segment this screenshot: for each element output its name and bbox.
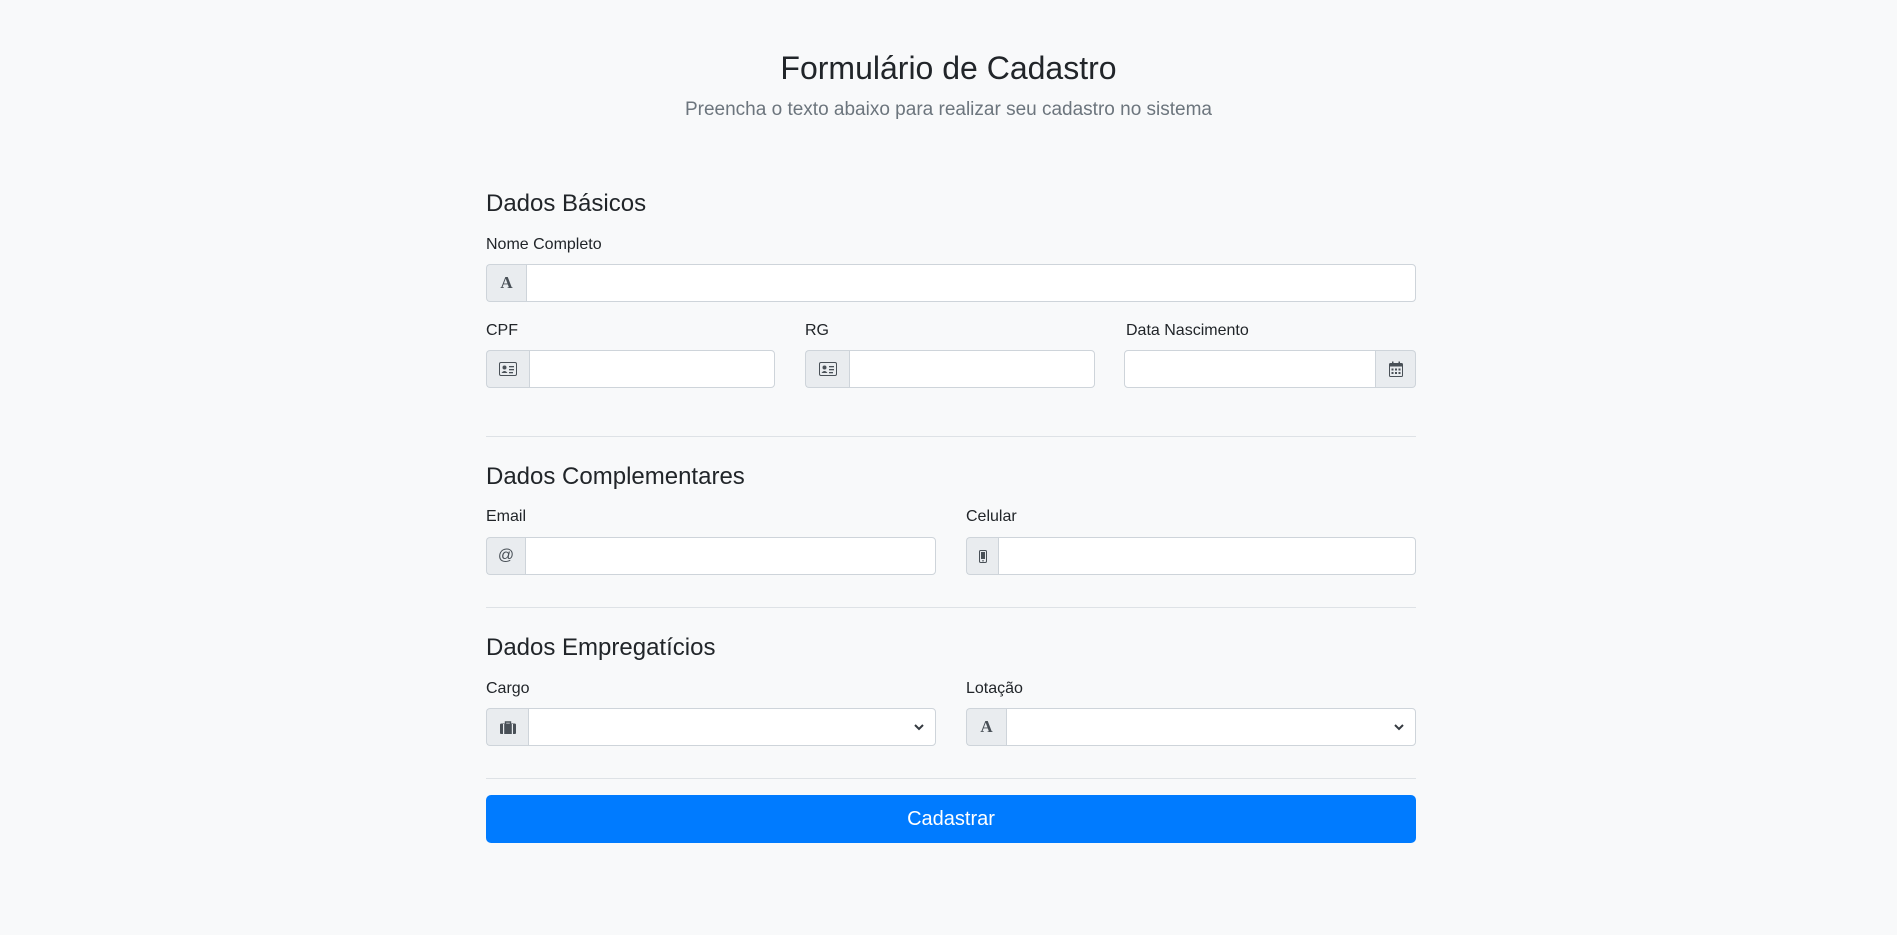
rg-group — [805, 350, 1095, 388]
cargo-select[interactable] — [528, 708, 936, 746]
section-title-employment: Dados Empregatícios — [486, 634, 716, 661]
lotacao-select-wrapper — [1006, 708, 1416, 746]
section-title-complementary: Dados Complementares — [486, 463, 745, 490]
submit-button[interactable]: Cadastrar — [486, 795, 1416, 843]
section-title-basic: Dados Básicos — [486, 190, 647, 217]
rg-label: RG — [805, 322, 829, 339]
calendar-icon[interactable] — [1376, 350, 1416, 388]
email-input[interactable] — [525, 537, 936, 575]
celular-group — [966, 537, 1416, 575]
cargo-group — [486, 708, 936, 746]
nascimento-label: Data Nascimento — [1126, 322, 1249, 339]
nascimento-group — [1124, 350, 1416, 388]
email-group: @ — [486, 537, 936, 575]
id-card-icon — [486, 350, 529, 388]
nome-group: A — [486, 264, 1416, 302]
briefcase-icon — [486, 708, 528, 746]
lotacao-select[interactable] — [1006, 708, 1416, 746]
rg-input[interactable] — [849, 350, 1095, 388]
registration-page: Formulário de Cadastro Preencha o texto … — [0, 0, 1897, 935]
nascimento-input[interactable] — [1124, 350, 1376, 388]
section-divider — [486, 778, 1416, 779]
cpf-group — [486, 350, 775, 388]
section-divider — [486, 436, 1416, 437]
page-header: Formulário de Cadastro Preencha o texto … — [0, 46, 1897, 122]
page-title: Formulário de Cadastro — [780, 50, 1117, 86]
celular-input[interactable] — [998, 537, 1416, 575]
id-card-icon — [805, 350, 849, 388]
font-icon: A — [486, 264, 526, 302]
nome-input[interactable] — [526, 264, 1416, 302]
mobile-icon — [966, 537, 998, 575]
celular-label: Celular — [966, 508, 1017, 525]
lotacao-group: A — [966, 708, 1416, 746]
nome-label: Nome Completo — [486, 236, 602, 253]
cpf-input[interactable] — [529, 350, 775, 388]
section-divider — [486, 607, 1416, 608]
font-icon: A — [966, 708, 1006, 746]
lotacao-label: Lotação — [966, 680, 1023, 697]
cpf-label: CPF — [486, 322, 518, 339]
email-label: Email — [486, 508, 527, 525]
cargo-select-wrapper — [528, 708, 936, 746]
at-icon: @ — [486, 537, 525, 575]
cargo-label: Cargo — [486, 680, 530, 697]
page-subtitle: Preencha o texto abaixo para realizar se… — [684, 99, 1213, 120]
